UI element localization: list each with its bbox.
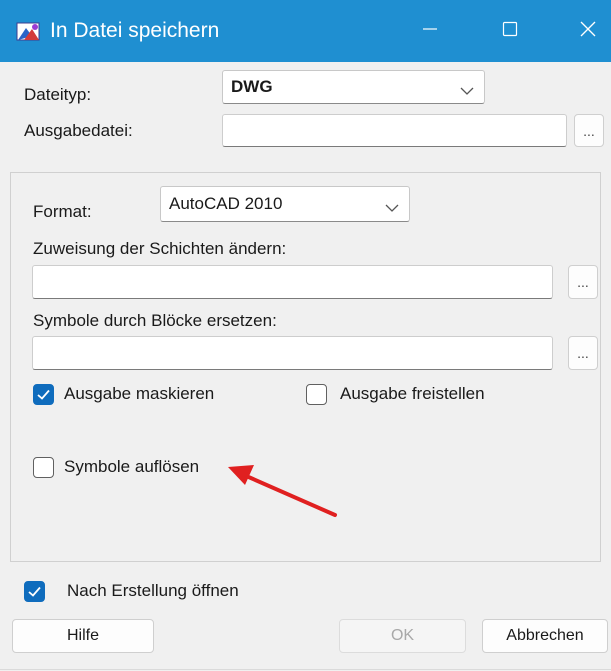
- schichten-field[interactable]: [32, 265, 553, 299]
- title-bar[interactable]: In Datei speichern: [0, 0, 611, 62]
- close-icon: [579, 20, 597, 43]
- bottom-divider: [0, 669, 611, 670]
- checkmark-icon: [37, 389, 50, 400]
- window-title: In Datei speichern: [50, 19, 220, 42]
- format-value: AutoCAD 2010: [169, 194, 283, 213]
- format-select[interactable]: AutoCAD 2010: [160, 186, 410, 222]
- ok-button[interactable]: OK: [339, 619, 466, 653]
- minimize-icon: [422, 21, 438, 42]
- maximize-button[interactable]: [490, 12, 530, 50]
- maximize-icon: [502, 21, 518, 42]
- hilfe-button[interactable]: Hilfe: [12, 619, 154, 653]
- dateityp-select[interactable]: DWG: [222, 70, 485, 104]
- schichten-browse-button[interactable]: ...: [568, 265, 598, 299]
- symbole-field[interactable]: [32, 336, 553, 370]
- ausgabe-freistellen-label[interactable]: Ausgabe freistellen: [340, 383, 485, 405]
- ausgabe-maskieren-checkbox[interactable]: [33, 384, 54, 405]
- ausgabedatei-label: Ausgabedatei:: [24, 121, 133, 140]
- ausgabedatei-field[interactable]: [222, 114, 567, 147]
- annotation-arrow-icon: [228, 465, 337, 517]
- dateityp-label: Dateityp:: [24, 85, 92, 104]
- chevron-down-icon: [460, 83, 474, 101]
- ausgabedatei-browse-button[interactable]: ...: [574, 114, 604, 147]
- symbole-aufloesen-label[interactable]: Symbole auflösen: [64, 456, 199, 478]
- minimize-button[interactable]: [410, 12, 450, 50]
- format-label: Format:: [33, 202, 92, 221]
- symbole-aufloesen-checkbox[interactable]: [33, 457, 54, 478]
- dateityp-value: DWG: [231, 77, 273, 96]
- app-icon: [16, 20, 42, 42]
- schichten-label: Zuweisung der Schichten ändern:: [33, 239, 287, 258]
- abbrechen-button[interactable]: Abbrechen: [482, 619, 608, 653]
- symbole-label: Symbole durch Blöcke ersetzen:: [33, 311, 277, 330]
- nach-erstellung-label[interactable]: Nach Erstellung öffnen: [67, 580, 239, 602]
- chevron-down-icon: [385, 200, 399, 218]
- close-button[interactable]: [568, 12, 608, 50]
- ausgabe-freistellen-checkbox[interactable]: [306, 384, 327, 405]
- symbole-browse-button[interactable]: ...: [568, 336, 598, 370]
- ausgabe-maskieren-label[interactable]: Ausgabe maskieren: [64, 383, 214, 405]
- checkmark-icon: [28, 586, 41, 597]
- nach-erstellung-checkbox[interactable]: [24, 581, 45, 602]
